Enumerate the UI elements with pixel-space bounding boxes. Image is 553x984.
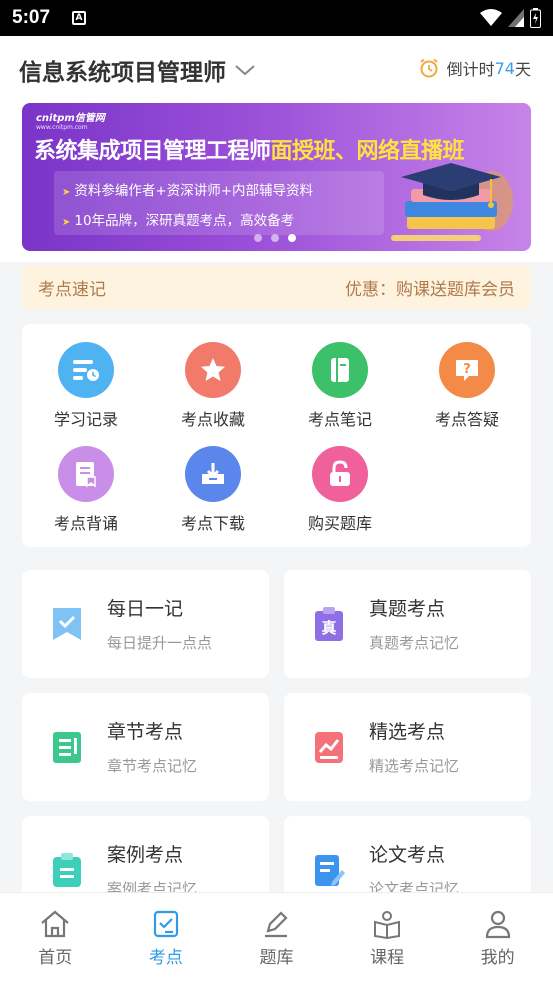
arrow-icon: ➤ [62, 187, 71, 198]
grid-item-buy-bank[interactable]: 购买题库 [290, 446, 390, 534]
feature-chapter[interactable]: 章节考点 章节考点记忆 [22, 693, 269, 801]
promo-banner[interactable]: cnitpm信管网 www.cnitpm.com 系统集成项目管理工程师面授班、… [22, 103, 531, 251]
checklist-icon [153, 910, 178, 938]
download-icon [185, 446, 241, 502]
feature-selected[interactable]: 精选考点 精选考点记忆 [284, 693, 531, 801]
recite-icon [58, 446, 114, 502]
nav-course[interactable]: 课程 [332, 893, 443, 984]
svg-text:真: 真 [321, 619, 336, 637]
nav-kaodian[interactable]: 考点 [111, 893, 222, 984]
alarm-clock-icon [419, 58, 438, 78]
carousel-dot-active[interactable] [288, 234, 296, 242]
carousel-dots[interactable] [254, 234, 296, 242]
grid-item-favorites[interactable]: 考点收藏 [163, 342, 263, 430]
countdown-suffix: 天 [514, 60, 531, 79]
study-record-icon [58, 342, 114, 398]
book-user-icon [374, 911, 401, 939]
question-icon: ? [439, 342, 495, 398]
promo-strip[interactable]: 考点速记 优惠：购课送题库会员 [22, 265, 531, 310]
carousel-dot[interactable] [254, 234, 262, 242]
notebook-icon [312, 342, 368, 398]
countdown-days: 74 [494, 58, 515, 78]
trend-chart-icon [315, 732, 343, 763]
signal-icon [508, 9, 524, 27]
graduation-books-illustration [391, 163, 513, 241]
svg-text:?: ? [463, 362, 471, 377]
star-icon [185, 342, 241, 398]
feature-real-exam[interactable]: 真 真题考点 真题考点记忆 [284, 570, 531, 678]
banner-section: cnitpm信管网 www.cnitpm.com 系统集成项目管理工程师面授班、… [0, 102, 553, 262]
countdown-prefix: 倒计时 [446, 60, 495, 79]
grid-item-notes[interactable]: 考点笔记 [290, 342, 390, 430]
status-time: 5:07 [12, 7, 51, 28]
grid-item-study-record[interactable]: 学习记录 [36, 342, 136, 430]
user-icon [485, 910, 510, 939]
grid-item-download[interactable]: 考点下载 [163, 446, 263, 534]
nav-tiku[interactable]: 题库 [221, 893, 332, 984]
exam-selector[interactable]: 信息系统项目管理师 [19, 53, 256, 87]
bottom-nav: 首页 考点 题库 课程 我的 [0, 892, 553, 984]
clipboard-icon [53, 853, 81, 887]
document-edit-icon [315, 855, 345, 886]
page-title: 信息系统项目管理师 [19, 60, 226, 86]
grid-item-qa[interactable]: ? 考点答疑 [417, 342, 517, 430]
banner-points: ➤ 资料参编作者+资深讲师+内部辅导资料 ➤ 10年品牌，深研真题考点，高效备考 [54, 171, 384, 235]
wifi-icon [480, 9, 502, 26]
home-icon [41, 910, 70, 938]
banner-headline: 系统集成项目管理工程师面授班、网络直播班 [34, 139, 465, 164]
promo-right-label: 优惠：购课送题库会员 [345, 280, 515, 300]
battery-icon [530, 8, 541, 28]
a-notification-icon: A [72, 11, 87, 25]
feature-daily[interactable]: 每日一记 每日提升一点点 [22, 570, 269, 678]
status-bar: 5:07 A [0, 0, 553, 36]
pen-icon [265, 911, 289, 938]
promo-left-label: 考点速记 [38, 280, 106, 300]
grid-item-recite[interactable]: 考点背诵 [36, 446, 136, 534]
nav-home[interactable]: 首页 [0, 893, 111, 984]
arrow-icon: ➤ [62, 217, 71, 228]
carousel-dot[interactable] [271, 234, 279, 242]
chevron-down-icon [235, 65, 255, 76]
clipboard-zhen-icon: 真 [315, 607, 343, 641]
countdown: 倒计时 74 天 [419, 56, 531, 80]
banner-logo: cnitpm信管网 www.cnitpm.com [36, 113, 105, 131]
bookmark-check-icon [53, 608, 81, 640]
chapter-list-icon [53, 732, 81, 763]
quick-actions-grid: 学习记录 考点收藏 考点笔记 ? 考点答疑 考点背诵 考点下载 购买题库 [22, 324, 531, 547]
header: 信息系统项目管理师 倒计时 74 天 [0, 36, 553, 102]
lock-icon [312, 446, 368, 502]
nav-mine[interactable]: 我的 [442, 893, 553, 984]
